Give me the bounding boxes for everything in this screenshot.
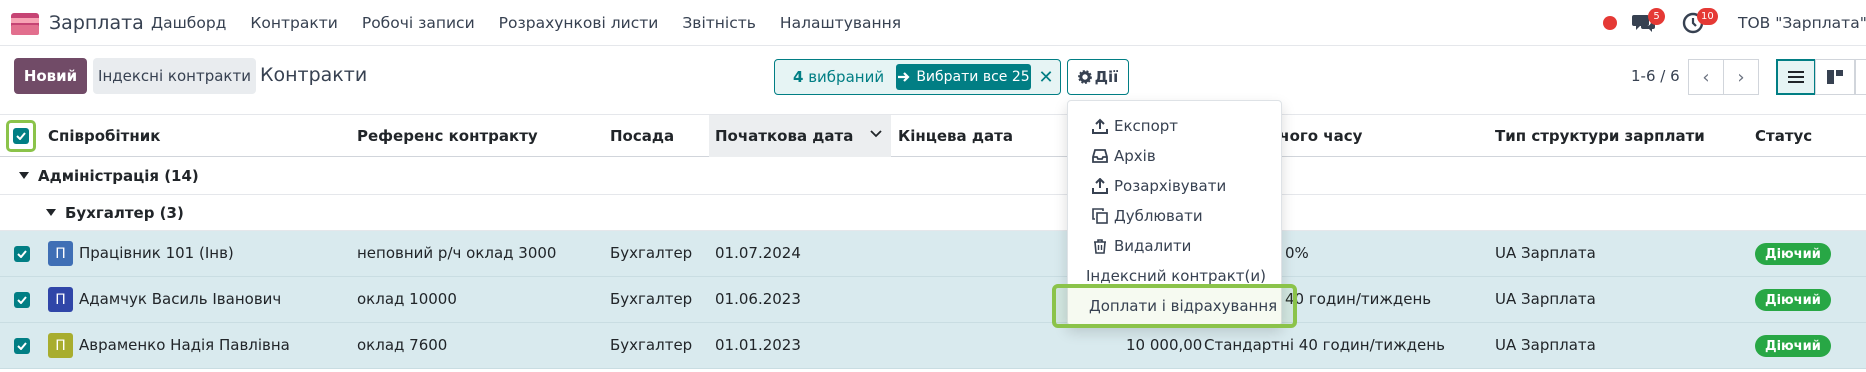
status-dot-icon[interactable] xyxy=(1603,16,1617,30)
checkmark-icon xyxy=(17,250,27,258)
list-view-button[interactable] xyxy=(1776,59,1816,95)
table-row[interactable]: П Адамчук Василь Іванович оклад 10000 Бу… xyxy=(0,277,1866,323)
chevron-right-icon: › xyxy=(1737,66,1745,88)
menu-item-allowances-deductions[interactable]: Доплати і відрахування xyxy=(1089,297,1277,315)
avatar: П xyxy=(48,287,73,312)
chevron-left-icon: ‹ xyxy=(1702,66,1710,88)
kanban-view-icon xyxy=(1827,70,1843,84)
table-row[interactable]: П Авраменко Надія Павлівна оклад 7600 Бу… xyxy=(0,323,1866,369)
column-contract-reference[interactable]: Референс контракту xyxy=(357,127,538,145)
chat-count-badge: 5 xyxy=(1648,8,1665,25)
checkmark-icon xyxy=(17,296,27,304)
cell-wage: 10 000,00 xyxy=(1126,336,1203,354)
table-header: Співробітник Референс контракту Посада П… xyxy=(0,114,1866,157)
avatar: П xyxy=(48,241,73,266)
checkmark-icon xyxy=(17,342,27,350)
menu-item-index-contract[interactable]: Індексний контракт(и) xyxy=(1086,267,1266,285)
column-end-date[interactable]: Кінцева дата xyxy=(898,127,1013,145)
sort-chevron-icon xyxy=(870,130,882,138)
app-name[interactable]: Зарплата xyxy=(49,12,144,34)
menu-payslips[interactable]: Розрахункові листи xyxy=(499,14,659,32)
menu-contracts[interactable]: Контракти xyxy=(250,14,337,32)
group-label: Адміністрація (14) xyxy=(38,167,199,185)
cell-start-date: 01.07.2024 xyxy=(715,244,801,262)
selected-count: 4 вибраний xyxy=(793,68,885,86)
cell-employee: Адамчук Василь Іванович xyxy=(79,290,282,308)
column-position[interactable]: Посада xyxy=(610,127,674,145)
column-status[interactable]: Статус xyxy=(1755,127,1812,145)
row-checkbox[interactable] xyxy=(14,292,30,308)
cell-reference: оклад 7600 xyxy=(357,336,448,354)
caret-down-icon xyxy=(19,172,29,179)
column-employee[interactable]: Співробітник xyxy=(48,127,160,145)
cell-schedule: Стандартні 40 годин/тиждень xyxy=(1204,336,1445,354)
trash-icon xyxy=(1094,239,1106,254)
menu-settings[interactable]: Налаштування xyxy=(780,14,901,32)
checkmark-icon xyxy=(16,132,26,140)
cell-schedule: 40 годин/тиждень xyxy=(1285,290,1432,308)
unselect-close-icon[interactable]: ✕ xyxy=(1035,64,1057,90)
copy-icon xyxy=(1092,208,1108,224)
top-navbar: Зарплата Дашборд Контракти Робочі записи… xyxy=(0,0,1866,46)
group-row-administration[interactable]: Адміністрація (14) xyxy=(0,158,1866,195)
inbox-archive-icon xyxy=(1092,149,1108,163)
status-badge: Діючий xyxy=(1755,289,1831,311)
select-all-checkbox[interactable] xyxy=(13,128,29,144)
row-checkbox[interactable] xyxy=(14,246,30,262)
select-all-button[interactable]: Вибрати все 25 xyxy=(896,64,1031,90)
pager-previous-button[interactable]: ‹ xyxy=(1688,59,1724,95)
index-contracts-button[interactable]: Індексні контракти xyxy=(93,58,256,94)
activity-count-badge: 10 xyxy=(1697,8,1718,25)
page-title: Контракти xyxy=(260,64,368,86)
menu-item-export[interactable]: Експорт xyxy=(1092,117,1178,135)
kanban-view-button[interactable] xyxy=(1815,59,1855,95)
status-badge: Діючий xyxy=(1755,335,1831,357)
cell-start-date: 01.01.2023 xyxy=(715,336,801,354)
table-row[interactable]: П Працівник 101 (Інв) неповний р/ч оклад… xyxy=(0,231,1866,277)
cell-reference: оклад 10000 xyxy=(357,290,457,308)
upload-icon xyxy=(1092,118,1108,134)
payroll-app-icon[interactable] xyxy=(11,13,39,35)
column-working-schedule[interactable]: очого часу xyxy=(1269,127,1362,145)
pager-next-button[interactable]: › xyxy=(1723,59,1759,95)
menu-reporting[interactable]: Звітність xyxy=(682,14,756,32)
cell-position: Бухгалтер xyxy=(610,244,693,262)
actions-button[interactable]: Дії xyxy=(1067,59,1129,95)
cell-employee: Працівник 101 (Інв) xyxy=(79,244,234,262)
list-view-icon xyxy=(1788,71,1804,83)
cell-reference: неповний р/ч оклад 3000 xyxy=(357,244,557,262)
row-checkbox[interactable] xyxy=(14,338,30,354)
menu-item-archive[interactable]: Архів xyxy=(1092,147,1156,165)
menu-dashboard[interactable]: Дашборд xyxy=(151,14,226,32)
cell-start-date: 01.06.2023 xyxy=(715,290,801,308)
company-switcher[interactable]: ТОВ "Зарплата" xyxy=(1738,14,1866,32)
pager-value[interactable]: 1-6 / 6 xyxy=(1631,67,1680,85)
unarchive-upload-icon xyxy=(1092,178,1108,194)
caret-down-icon xyxy=(46,209,56,216)
menu-item-delete[interactable]: Видалити xyxy=(1092,237,1191,255)
cell-employee: Авраменко Надія Павлівна xyxy=(79,336,290,354)
cell-schedule: 0% xyxy=(1285,244,1309,262)
main-menu: Дашборд Контракти Робочі записи Розрахун… xyxy=(151,14,925,32)
cell-structure: UA Зарплата xyxy=(1495,290,1596,308)
cell-structure: UA Зарплата xyxy=(1495,336,1596,354)
cell-position: Бухгалтер xyxy=(610,336,693,354)
menu-work-entries[interactable]: Робочі записи xyxy=(362,14,475,32)
gear-icon xyxy=(1077,70,1092,84)
avatar: П xyxy=(48,333,73,358)
menu-item-duplicate[interactable]: Дублювати xyxy=(1092,207,1203,225)
cell-structure: UA Зарплата xyxy=(1495,244,1596,262)
new-button[interactable]: Новий xyxy=(14,58,87,94)
arrow-right-icon xyxy=(898,72,910,82)
column-start-date[interactable]: Початкова дата xyxy=(715,127,853,145)
cell-position: Бухгалтер xyxy=(610,290,693,308)
status-badge: Діючий xyxy=(1755,243,1831,265)
menu-item-unarchive[interactable]: Розархівувати xyxy=(1092,177,1226,195)
group-label: Бухгалтер (3) xyxy=(65,204,184,222)
group-row-accountant[interactable]: Бухгалтер (3) xyxy=(0,195,1866,231)
column-salary-structure-type[interactable]: Тип структури зарплати xyxy=(1495,127,1705,145)
more-views-button[interactable] xyxy=(1855,59,1866,95)
selection-bar: 4 вибраний Вибрати все 25 ✕ xyxy=(774,59,1061,95)
